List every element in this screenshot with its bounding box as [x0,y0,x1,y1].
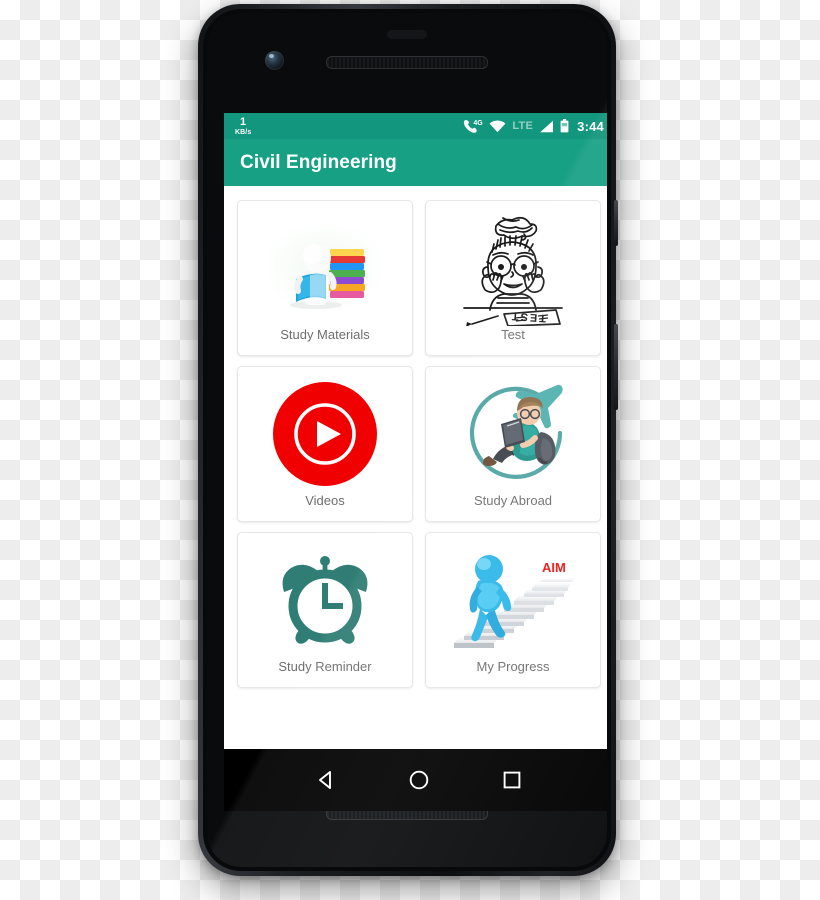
top-slot [387,30,427,39]
videos-play-icon [238,373,412,494]
app-bar: Civil Engineering [224,139,607,186]
card-label: Study Abroad [473,493,553,508]
card-test[interactable]: TEST Test [425,200,601,356]
test-icon: TEST [426,207,600,328]
network-speed-indicator: 1 KB/s [235,115,252,136]
network-speed-value: 1 [240,115,247,128]
alarm-clock-icon [238,539,412,660]
phone-screen: 1 KB/s 4G LTE 3:44 Civil Engineering Stu… [224,113,607,749]
svg-text:4G: 4G [474,120,484,127]
phone-device: 1 KB/s 4G LTE 3:44 Civil Engineering Stu… [198,4,618,876]
feature-grid: Study Materials TEST Test Videos Study A… [224,186,607,693]
battery-icon [560,119,569,133]
status-icon-group: 4G LTE 3:44 [463,119,604,134]
grid-tile-study-reminder[interactable]: Study Reminder [231,527,419,693]
card-label: Study Reminder [278,659,372,674]
grid-tile-my-progress[interactable]: AIM My Progress [419,527,607,693]
grid-tile-videos[interactable]: Videos [231,361,419,527]
card-my-progress[interactable]: AIM My Progress [425,532,601,688]
svg-text:TEST: TEST [510,309,547,323]
status-bar-clock: 3:44 [577,118,604,134]
study-materials-icon [238,207,412,328]
card-label: Study Materials [280,327,370,342]
card-study-reminder[interactable]: Study Reminder [237,532,413,688]
signal-bars-icon [539,120,554,133]
volume-rocker[interactable] [614,324,618,410]
grid-tile-test[interactable]: TEST Test [419,195,607,361]
my-progress-icon: AIM [426,539,600,660]
card-study-materials[interactable]: Study Materials [237,200,413,356]
card-label: My Progress [476,659,550,674]
study-abroad-icon [426,373,600,494]
phone-front-glass: 1 KB/s 4G LTE 3:44 Civil Engineering Stu… [207,13,607,867]
page-title: Civil Engineering [240,151,397,173]
nav-home-button[interactable] [407,768,431,792]
status-bar: 1 KB/s 4G LTE 3:44 [224,113,607,139]
grid-tile-study-abroad[interactable]: Study Abroad [419,361,607,527]
front-camera-icon [265,51,284,70]
card-label: Videos [305,493,345,508]
aim-label: AIM [542,560,566,575]
android-navigation-bar [224,749,607,811]
nav-recents-button[interactable] [500,768,524,792]
wifi-icon [489,120,506,133]
call-4g-icon: 4G [463,119,483,133]
lte-label: LTE [512,120,534,132]
card-videos[interactable]: Videos [237,366,413,522]
earpiece-speaker-icon [326,56,488,69]
grid-tile-study-materials[interactable]: Study Materials [231,195,419,361]
card-study-abroad[interactable]: Study Abroad [425,366,601,522]
card-label: Test [501,327,525,342]
power-button[interactable] [614,200,618,246]
network-speed-unit: KB/s [235,128,252,136]
nav-back-button[interactable] [314,768,338,792]
